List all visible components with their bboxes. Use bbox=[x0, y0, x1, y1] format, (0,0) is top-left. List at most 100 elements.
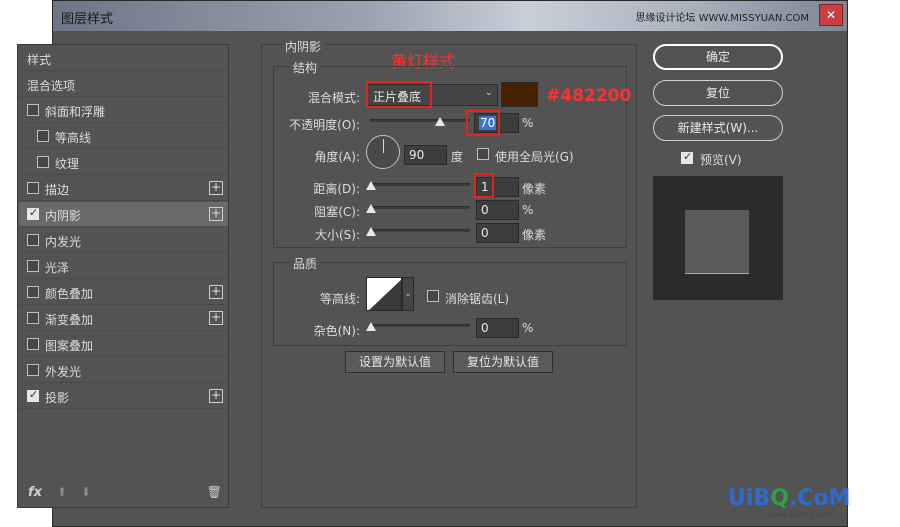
style-list-label: 渐变叠加 bbox=[45, 313, 94, 327]
style-list-label: 内发光 bbox=[45, 235, 82, 249]
style-list-item[interactable]: 样式 bbox=[19, 46, 228, 71]
add-effect-icon[interactable]: + bbox=[209, 207, 223, 221]
preview-box bbox=[653, 176, 783, 300]
set-default-button[interactable]: 设置为默认值 bbox=[345, 351, 445, 373]
noise-unit: % bbox=[522, 321, 534, 335]
style-checkbox[interactable] bbox=[27, 364, 39, 376]
ok-button[interactable]: 确定 bbox=[653, 44, 783, 70]
style-list-item[interactable]: 渐变叠加 + bbox=[19, 306, 228, 331]
fx-icon[interactable]: fx bbox=[28, 485, 42, 500]
size-slider[interactable] bbox=[370, 229, 470, 232]
opacity-slider[interactable] bbox=[370, 119, 470, 122]
contour-dropdown-arrow[interactable]: ⌄ bbox=[402, 277, 414, 311]
contour-picker[interactable] bbox=[366, 277, 402, 311]
title-bar[interactable]: 图层样式 思缘设计论坛 WWW.MISSYUAN.COM ✕ bbox=[53, 1, 847, 31]
preview-thumbnail bbox=[685, 210, 749, 274]
angle-input[interactable]: 90 bbox=[404, 145, 447, 165]
style-list-item[interactable]: 内发光 bbox=[19, 228, 228, 253]
noise-value: 0 bbox=[481, 321, 489, 335]
style-list-item[interactable]: 斜面和浮雕 bbox=[19, 98, 228, 123]
quality-title: 品质 bbox=[290, 255, 321, 272]
preview-checkbox[interactable]: ✓ bbox=[681, 150, 693, 164]
style-list-label: 图案叠加 bbox=[45, 339, 94, 353]
checkmark-icon: ✓ bbox=[683, 150, 693, 163]
blend-mode-label: 混合模式: bbox=[307, 91, 360, 105]
style-checkbox[interactable] bbox=[37, 156, 49, 168]
size-input[interactable]: 0 bbox=[476, 223, 519, 243]
add-effect-icon[interactable]: + bbox=[209, 311, 223, 325]
move-down-icon[interactable]: ⬇ bbox=[81, 485, 91, 499]
antialias-checkbox[interactable] bbox=[427, 290, 439, 302]
style-list-item[interactable]: 混合选项 bbox=[19, 72, 228, 97]
global-light-checkbox[interactable] bbox=[477, 148, 489, 160]
choke-unit: % bbox=[522, 203, 534, 217]
window-title: 图层样式 bbox=[61, 12, 114, 27]
move-up-icon[interactable]: ⬆ bbox=[57, 485, 67, 499]
style-checkbox[interactable] bbox=[27, 260, 39, 272]
style-list-item[interactable]: 纹理 bbox=[19, 150, 228, 175]
style-checkbox[interactable] bbox=[27, 388, 39, 402]
new-style-button[interactable]: 新建样式(W)... bbox=[653, 115, 783, 141]
distance-slider-thumb[interactable] bbox=[366, 181, 376, 190]
logo-subtitle: www.psahz.com bbox=[768, 510, 833, 519]
style-checkbox[interactable] bbox=[37, 130, 49, 142]
style-list-item[interactable]: 内阴影 + bbox=[19, 202, 228, 227]
style-list-item[interactable]: 投影 + bbox=[19, 384, 228, 409]
style-checkbox[interactable] bbox=[27, 104, 39, 116]
structure-title: 结构 bbox=[290, 59, 321, 76]
annotation-box-blend bbox=[366, 81, 432, 108]
style-list-label: 光泽 bbox=[45, 261, 70, 275]
noise-slider[interactable] bbox=[370, 324, 470, 327]
reset-button[interactable]: 复位 bbox=[653, 80, 783, 106]
add-effect-icon[interactable]: + bbox=[209, 181, 223, 195]
style-list-label: 斜面和浮雕 bbox=[45, 105, 106, 119]
logo-text-a: UiB bbox=[728, 486, 771, 511]
style-list-item[interactable]: 描边 + bbox=[19, 176, 228, 201]
shadow-color-swatch[interactable] bbox=[501, 82, 538, 107]
choke-input[interactable]: 0 bbox=[476, 200, 519, 220]
site-watermark: 思缘设计论坛 WWW.MISSYUAN.COM bbox=[635, 13, 809, 24]
logo-text-o: Q bbox=[770, 486, 789, 511]
noise-slider-thumb[interactable] bbox=[366, 322, 376, 331]
angle-unit: 度 bbox=[451, 150, 464, 164]
distance-slider[interactable] bbox=[370, 183, 470, 186]
style-checkbox[interactable] bbox=[27, 234, 39, 246]
style-list-item[interactable]: 等高线 bbox=[19, 124, 228, 149]
close-button[interactable]: ✕ bbox=[819, 4, 843, 26]
opacity-unit: % bbox=[522, 116, 534, 130]
size-value: 0 bbox=[481, 226, 489, 240]
style-list-label: 纹理 bbox=[55, 157, 80, 171]
style-checkbox[interactable] bbox=[27, 206, 39, 220]
logo-text-b: .CoM bbox=[788, 486, 851, 511]
choke-slider[interactable] bbox=[370, 206, 470, 209]
angle-dial[interactable] bbox=[366, 135, 400, 169]
style-list-label: 投影 bbox=[45, 391, 70, 405]
style-list-label: 内阴影 bbox=[45, 209, 82, 223]
distance-label: 距离(D): bbox=[313, 182, 360, 196]
size-slider-thumb[interactable] bbox=[366, 227, 376, 236]
reset-default-button[interactable]: 复位为默认值 bbox=[453, 351, 553, 373]
style-list-label: 等高线 bbox=[55, 131, 92, 145]
chevron-down-icon: ⌄ bbox=[484, 87, 493, 98]
style-checkbox[interactable] bbox=[27, 286, 39, 298]
style-list-item[interactable]: 光泽 bbox=[19, 254, 228, 279]
annotation-box-distance bbox=[474, 173, 494, 198]
style-checkbox[interactable] bbox=[27, 338, 39, 350]
noise-input[interactable]: 0 bbox=[476, 318, 519, 338]
style-list-item[interactable]: 外发光 bbox=[19, 358, 228, 383]
style-checkbox[interactable] bbox=[27, 182, 39, 194]
style-list-label: 描边 bbox=[45, 183, 70, 197]
color-annotation: #482200 bbox=[546, 86, 632, 106]
preview-label: 预览(V) bbox=[700, 153, 742, 167]
site-logo: UiBQ.CoM bbox=[728, 486, 850, 511]
style-list-label: 混合选项 bbox=[27, 79, 76, 93]
style-list-item[interactable]: 图案叠加 bbox=[19, 332, 228, 357]
add-effect-icon[interactable]: + bbox=[209, 285, 223, 299]
style-list-item[interactable]: 颜色叠加 + bbox=[19, 280, 228, 305]
size-unit: 像素 bbox=[522, 228, 547, 242]
add-effect-icon[interactable]: + bbox=[209, 389, 223, 403]
opacity-slider-thumb[interactable] bbox=[435, 117, 445, 126]
trash-icon[interactable]: 🗑 bbox=[207, 485, 222, 499]
choke-slider-thumb[interactable] bbox=[366, 204, 376, 213]
style-checkbox[interactable] bbox=[27, 312, 39, 324]
